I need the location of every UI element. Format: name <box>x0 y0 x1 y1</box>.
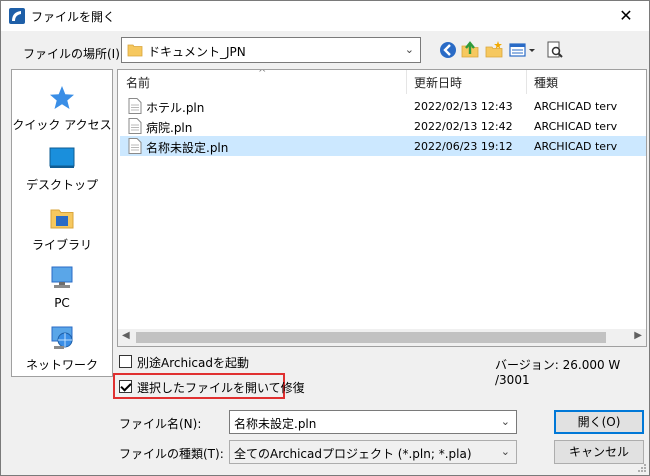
network-icon <box>51 326 73 349</box>
place-label: クイック アクセス <box>12 118 112 132</box>
close-button[interactable]: ✕ <box>603 1 649 31</box>
file-row[interactable]: ホテル.pln 2022/02/13 12:43 ARCHICAD terv <box>120 96 646 116</box>
resize-grip-icon[interactable] <box>637 463 647 473</box>
open-repair-label: 選択したファイルを開いて修復 <box>137 381 305 395</box>
lookin-value: ドキュメント_JPN <box>148 45 246 59</box>
launch-separate-checkbox[interactable] <box>119 355 132 368</box>
chevron-down-icon[interactable]: ⌄ <box>501 415 510 428</box>
file-date: 2022/02/13 12:42 <box>414 120 513 133</box>
preview-icon[interactable] <box>545 40 565 60</box>
place-pc[interactable]: PC <box>12 264 112 310</box>
file-list[interactable]: ^ 名前 更新日時 種類 ホテル.pln 2022/02/13 12:43 AR… <box>117 69 647 347</box>
pln-file-icon <box>128 98 142 114</box>
file-kind: ARCHICAD terv <box>534 120 618 133</box>
column-header-date[interactable]: 更新日時 <box>414 70 462 94</box>
horizontal-scrollbar[interactable]: ◀ ▶ <box>118 329 646 346</box>
back-icon[interactable] <box>438 40 458 60</box>
place-label: PC <box>54 296 70 310</box>
place-label: デスクトップ <box>25 178 98 192</box>
open-button[interactable]: 開く(O) <box>554 410 644 434</box>
place-network[interactable]: ネットワーク <box>12 324 112 373</box>
filename-input[interactable]: 名称未設定.pln ⌄ <box>229 410 517 434</box>
place-quick-access[interactable]: クイック アクセス <box>12 84 112 133</box>
place-label: ネットワーク <box>25 358 98 372</box>
cancel-button[interactable]: キャンセル <box>554 440 644 464</box>
window-title: ファイルを開く <box>31 10 116 24</box>
version-text: バージョン: 26.000 W /3001 <box>495 358 621 387</box>
filename-value: 名称未設定.pln <box>234 417 317 431</box>
file-row-selected[interactable]: 名称未設定.pln 2022/06/23 19:12 ARCHICAD terv <box>120 136 646 156</box>
file-name: ホテル.pln <box>146 101 205 115</box>
title-bar: ファイルを開く ✕ <box>1 1 649 31</box>
file-row[interactable]: 病院.pln 2022/02/13 12:42 ARCHICAD terv <box>120 116 646 136</box>
file-date: 2022/06/23 19:12 <box>414 140 513 153</box>
column-divider[interactable] <box>406 70 407 94</box>
scroll-right-icon[interactable]: ▶ <box>634 330 642 341</box>
file-date: 2022/02/13 12:43 <box>414 100 513 113</box>
archicad-app-icon <box>9 8 25 24</box>
column-divider[interactable] <box>526 70 527 94</box>
filename-label: ファイル名(N): <box>119 417 202 431</box>
place-library[interactable]: ライブラリ <box>12 204 112 253</box>
file-kind: ARCHICAD terv <box>534 100 618 113</box>
lookin-label: ファイルの場所(I): <box>23 47 124 61</box>
desktop-icon <box>49 147 75 168</box>
open-repair-checkbox[interactable] <box>119 380 132 393</box>
open-file-dialog: ファイルを開く ✕ ファイルの場所(I): ドキュメント_JPN ⌄ クイック … <box>0 0 650 476</box>
file-kind: ARCHICAD terv <box>534 140 618 153</box>
column-header-kind[interactable]: 種類 <box>534 70 558 94</box>
filetype-label: ファイルの種類(T): <box>119 447 224 461</box>
sort-ascending-icon: ^ <box>258 69 267 79</box>
pln-file-icon <box>128 138 142 154</box>
lookin-dropdown[interactable]: ドキュメント_JPN ⌄ <box>121 37 421 63</box>
launch-separate-label: 別途Archicadを起動 <box>137 356 249 370</box>
filetype-value: 全てのArchicadプロジェクト (*.pln; *.pla) <box>234 447 472 461</box>
scroll-thumb[interactable] <box>136 332 606 343</box>
library-icon <box>50 209 74 229</box>
column-header-name[interactable]: 名前 <box>126 70 150 94</box>
chevron-down-icon: ⌄ <box>404 43 414 56</box>
close-icon: ✕ <box>619 6 633 25</box>
quick-access-star-icon <box>50 86 74 109</box>
chevron-down-icon: ⌄ <box>500 445 510 458</box>
up-folder-icon[interactable] <box>460 40 480 60</box>
filetype-dropdown[interactable]: 全てのArchicadプロジェクト (*.pln; *.pla) ⌄ <box>229 440 517 464</box>
new-folder-icon[interactable] <box>484 40 504 60</box>
scroll-left-icon[interactable]: ◀ <box>122 330 130 341</box>
file-name: 名称未設定.pln <box>146 141 229 155</box>
file-name: 病院.pln <box>146 121 193 135</box>
folder-icon <box>127 44 143 57</box>
pc-icon <box>51 266 73 288</box>
place-desktop[interactable]: デスクトップ <box>12 144 112 193</box>
view-menu-icon[interactable] <box>508 40 536 60</box>
pln-file-icon <box>128 118 142 134</box>
place-label: ライブラリ <box>31 238 92 252</box>
places-bar: クイック アクセス デスクトップ ライブラリ PC ネットワーク <box>11 69 113 377</box>
